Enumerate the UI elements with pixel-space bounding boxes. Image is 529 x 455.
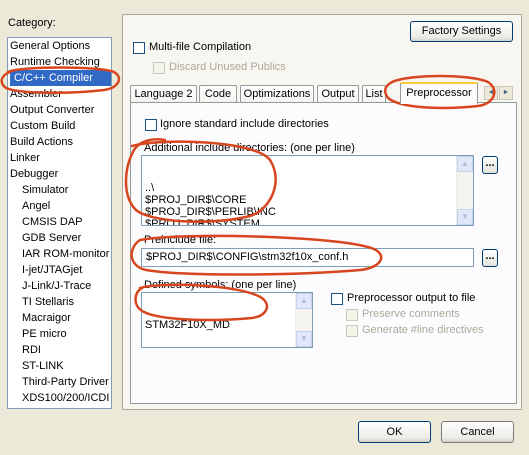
ignore-std-checkbox[interactable] [145,119,157,131]
tab-scroll-right-icon[interactable]: ► [499,86,513,100]
preserve-comments-label: Preserve comments [362,308,460,320]
ok-button[interactable]: OK [358,421,431,443]
category-item-build-actions[interactable]: Build Actions [8,134,111,150]
scroll-down-icon[interactable]: ▼ [457,209,473,225]
defined-symbols-textarea[interactable]: STM32F10X_MD ▲ ▼ [141,292,313,348]
category-item-gdb-server[interactable]: GDB Server [8,230,111,246]
include-dir-line: $PROJ_DIR$\CORE [145,194,247,206]
category-item-j-link-j-trace[interactable]: J-Link/J-Trace [8,278,111,294]
include-dirs-textarea[interactable]: ..\ $PROJ_DIR$\CORE $PROJ_DIR$\PERLIB\INC $… [141,155,474,226]
tab-code[interactable]: Code [199,85,237,103]
scroll-up-icon[interactable]: ▲ [457,156,473,172]
preserve-comments-checkbox[interactable] [346,309,358,321]
preinclude-input[interactable]: $PROJ_DIR$\CONFIG\stm32f10x_conf.h [141,248,474,267]
tab-preprocessor[interactable]: Preprocessor [400,82,478,104]
defined-symbol-line: STM32F10X_MD [145,319,230,331]
pp-output-checkbox[interactable] [331,293,343,305]
multi-file-label: Multi-file Compilation [149,41,252,53]
scroll-down-icon[interactable]: ▼ [296,331,312,347]
preinclude-label: Preinclude file: [144,234,217,246]
cancel-button[interactable]: Cancel [441,421,514,443]
include-dir-line: $PROJ_DIR$\PERLIB\INC [145,206,276,218]
category-label: Category: [8,17,56,29]
include-dirs-browse-button[interactable]: ... [482,156,498,174]
include-dirs-label: Additional include directories: (one per… [144,142,355,154]
tab-scroll-left-icon[interactable]: ◄ [484,86,498,100]
factory-settings-button[interactable]: Factory Settings [410,21,513,42]
generate-line-checkbox[interactable] [346,325,358,337]
include-dir-line: ..\ [145,182,155,194]
multi-file-checkbox[interactable] [133,42,145,54]
category-item-pe-micro[interactable]: PE micro [8,326,111,342]
category-item-macraigor[interactable]: Macraigor [8,310,111,326]
include-dirs-scrollbar[interactable]: ▲ ▼ [456,156,473,225]
category-item-runtime-checking[interactable]: Runtime Checking [8,54,111,70]
include-dir-line: $PROJ_DIR$\SYSTEM [145,218,260,226]
category-item-rdi[interactable]: RDI [8,342,111,358]
discard-unused-label: Discard Unused Publics [169,61,286,73]
category-item-cmsis-dap[interactable]: CMSIS DAP [8,214,111,230]
category-item-c-c-compiler[interactable]: C/C++ Compiler [10,70,111,86]
tab-language-2[interactable]: Language 2 [130,85,197,103]
category-item-output-converter[interactable]: Output Converter [8,102,111,118]
generate-line-label: Generate #line directives [362,324,484,336]
category-item-linker[interactable]: Linker [8,150,111,166]
defined-symbols-label: Defined symbols: (one per line) [144,279,297,291]
ignore-std-label: Ignore standard include directories [160,118,329,130]
pp-output-label: Preprocessor output to file [347,292,476,304]
category-item-i-jet-jtagjet[interactable]: I-jet/JTAGjet [8,262,111,278]
category-item-third-party-driver[interactable]: Third-Party Driver [8,374,111,390]
category-list[interactable]: General Options Runtime Checking C/C++ Com… [7,37,112,409]
category-item-simulator[interactable]: Simulator [8,182,111,198]
tab-optimizations[interactable]: Optimizations [240,85,314,103]
scroll-up-icon[interactable]: ▲ [296,293,312,309]
category-item-debugger[interactable]: Debugger [8,166,111,182]
category-item-iar-rom-monitor[interactable]: IAR ROM-monitor [8,246,111,262]
discard-unused-checkbox[interactable] [153,62,165,74]
category-item-assembler[interactable]: Assembler [8,86,111,102]
category-item-ti-stellaris[interactable]: TI Stellaris [8,294,111,310]
category-item-general-options[interactable]: General Options [8,38,111,54]
tab-output[interactable]: Output [317,85,359,103]
defined-symbols-scrollbar[interactable]: ▲ ▼ [295,293,312,347]
category-item-angel[interactable]: Angel [8,198,111,214]
category-item-st-link[interactable]: ST-LINK [8,358,111,374]
category-item-xds100-200-icdi[interactable]: XDS100/200/ICDI [8,390,111,406]
tab-list[interactable]: List [362,85,386,103]
category-item-custom-build[interactable]: Custom Build [8,118,111,134]
preinclude-browse-button[interactable]: ... [482,249,498,267]
